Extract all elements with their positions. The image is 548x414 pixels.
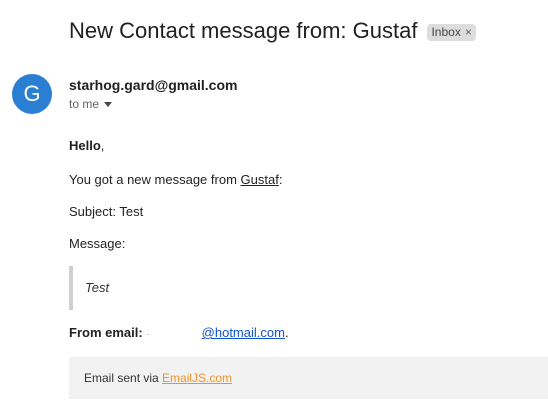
inbox-label-text: Inbox <box>431 24 461 39</box>
from-email-line: From email: · @hotmail.com. <box>69 325 289 340</box>
from-email-prefix: · <box>146 329 150 340</box>
message-label: Message: <box>69 236 126 251</box>
intro-line: You got a new message from Gustaf: <box>69 172 282 187</box>
footer-prefix: Email sent via <box>84 371 163 385</box>
from-email-link[interactable]: @hotmail.com <box>202 325 285 340</box>
email-view: New Contact message from: Gustaf Inbox ×… <box>0 0 548 414</box>
footer-box: Email sent via EmailJS.com <box>69 357 548 399</box>
email-subject: New Contact message from: Gustaf <box>69 18 418 43</box>
subject-line: Subject: Test <box>69 204 144 219</box>
recipient-text: to me <box>69 97 100 111</box>
intro-suffix: : <box>278 172 283 187</box>
greeting-word: Hello <box>69 138 101 153</box>
from-email-label: From email: <box>69 325 143 340</box>
intro-prefix: You got a new message from <box>69 172 241 187</box>
from-email-suffix: . <box>284 325 289 340</box>
sender-avatar[interactable]: G <box>12 74 52 114</box>
footer-text: Email sent via EmailJS.com <box>84 371 232 385</box>
subject-row: New Contact message from: Gustaf Inbox × <box>69 18 476 44</box>
inbox-label-chip[interactable]: Inbox × <box>427 23 476 41</box>
recipient-details-toggle[interactable]: to me <box>69 97 113 111</box>
remove-label-icon[interactable]: × <box>465 25 472 39</box>
emailjs-link[interactable]: EmailJS.com <box>162 371 232 385</box>
sender-email[interactable]: starhog.gard@gmail.com <box>69 77 237 93</box>
greeting-punct: , <box>100 138 105 153</box>
avatar-letter: G <box>23 81 41 106</box>
intro-name: Gustaf <box>240 172 279 187</box>
message-text: Test <box>85 280 110 295</box>
greeting: Hello, <box>69 138 104 153</box>
chevron-down-icon <box>104 102 113 107</box>
